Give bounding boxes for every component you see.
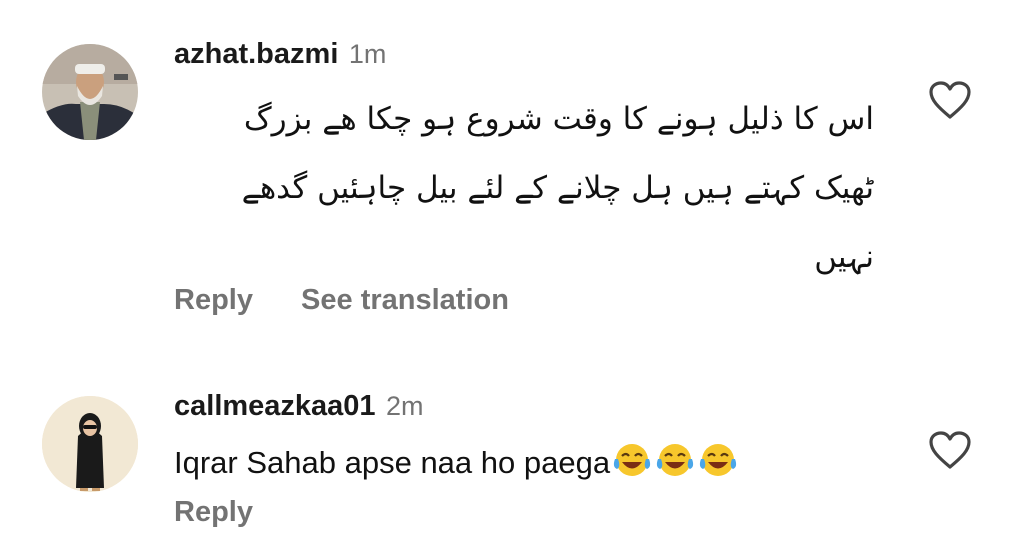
comment-message: Iqrar Sahab apse naa ho paega: [174, 445, 611, 480]
comment-actions: Reply See translation: [174, 284, 549, 317]
username[interactable]: azhat.bazmi: [174, 38, 338, 70]
username[interactable]: callmeazkaa01: [174, 390, 376, 422]
comment-line: اس کا ذلیل ہونے کا وقت شروع ہو چکا ھے بز…: [243, 101, 874, 137]
see-translation-button[interactable]: See translation: [301, 284, 509, 316]
comment-text: Iqrar Sahab apse naa ho paega: [174, 428, 739, 503]
avatar-illustration: [42, 396, 138, 492]
comment-2: callmeazkaa01 2m Iqrar Sahab apse naa ho…: [0, 380, 1024, 558]
comment-line: نہیں: [814, 239, 874, 275]
avatar[interactable]: [42, 396, 138, 492]
laughing-emoji-icon: [654, 434, 696, 503]
reply-button[interactable]: Reply: [174, 284, 253, 316]
comment-line: ٹھیک کہتے ہیں ہل چلانے کے لئے بیل چاہئیں…: [241, 170, 874, 206]
laughing-emoji-icon: [611, 434, 653, 503]
comment-1: azhat.bazmi 1m اس کا ذلیل ہونے کا وقت شر…: [0, 0, 1024, 340]
timestamp: 2m: [386, 391, 424, 421]
comment-text: اس کا ذلیل ہونے کا وقت شروع ہو چکا ھے بز…: [174, 85, 874, 292]
avatar[interactable]: [42, 44, 138, 140]
reply-button[interactable]: Reply: [174, 496, 253, 528]
comment-header: callmeazkaa01 2m: [174, 390, 424, 423]
comment-actions: Reply: [174, 496, 293, 529]
heart-icon[interactable]: [928, 80, 972, 120]
timestamp: 1m: [348, 39, 387, 69]
laughing-emoji-icon: [697, 434, 739, 503]
comment-header: azhat.bazmi 1m: [174, 38, 386, 71]
avatar-photo: [42, 44, 138, 140]
heart-icon[interactable]: [928, 430, 972, 470]
